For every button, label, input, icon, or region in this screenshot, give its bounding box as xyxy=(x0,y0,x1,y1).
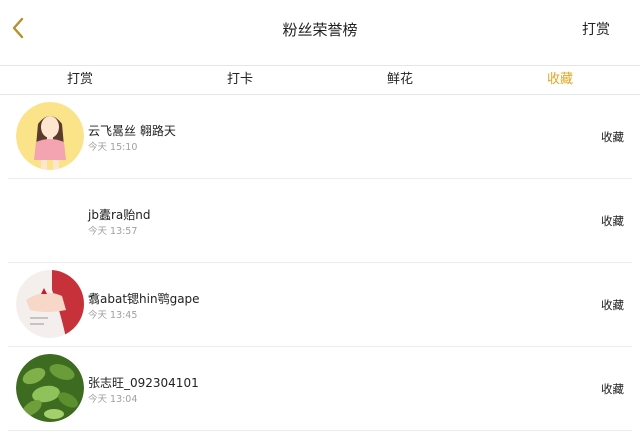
leaves-avatar-icon xyxy=(16,354,84,422)
avatar[interactable] xyxy=(16,270,84,338)
tab-reward[interactable]: 打赏 xyxy=(0,66,160,94)
favorite-label: 收藏 xyxy=(601,130,624,144)
tab-flowers[interactable]: 鲜花 xyxy=(320,66,480,94)
avatar[interactable] xyxy=(16,186,84,254)
tab-favorites[interactable]: 收藏 xyxy=(480,66,640,94)
page-title: 粉丝荣誉榜 xyxy=(282,21,358,39)
list-item[interactable]: jb蠹ra贻nd 今天 13:57 收藏 xyxy=(8,179,632,263)
fan-name: jb蠹ra贻nd xyxy=(88,208,151,222)
tab-checkin[interactable]: 打卡 xyxy=(160,66,320,94)
timestamp: 今天 13:57 xyxy=(88,226,138,237)
list-item[interactable]: 云飞暠丝 翱路天 今天 15:10 收藏 xyxy=(8,95,632,179)
fan-name: 翥abat锶hin鹗gape xyxy=(88,292,200,306)
cartoon-girl-avatar-icon xyxy=(16,102,84,170)
reward-button[interactable]: 打赏 xyxy=(582,19,610,39)
favorite-label: 收藏 xyxy=(601,382,624,396)
avatar[interactable] xyxy=(16,102,84,170)
list-item[interactable]: 张志旺_092304101 今天 13:04 收藏 xyxy=(8,347,632,431)
fan-name: 张志旺_092304101 xyxy=(88,376,199,390)
nav-bar: 粉丝荣誉榜 打赏 xyxy=(0,0,640,66)
timestamp: 今天 15:10 xyxy=(88,142,138,153)
fan-name: 云飞暠丝 翱路天 xyxy=(88,124,176,138)
list-item[interactable]: 翥abat锶hin鹗gape 今天 13:45 收藏 xyxy=(8,263,632,347)
page: 粉丝荣誉榜 打赏 打赏 打卡 鲜花 收藏 云飞暠丝 翱路天 今天 15:10 收… xyxy=(0,0,640,433)
avatar[interactable] xyxy=(16,354,84,422)
timestamp: 今天 13:45 xyxy=(88,310,138,321)
fan-list: 云飞暠丝 翱路天 今天 15:10 收藏 jb蠹ra贻nd 今天 13:57 收… xyxy=(0,95,640,431)
tab-bar: 打赏 打卡 鲜花 收藏 xyxy=(0,66,640,95)
favorite-label: 收藏 xyxy=(601,298,624,312)
favorite-label: 收藏 xyxy=(601,214,624,228)
hand-photo-avatar-icon xyxy=(16,270,84,338)
timestamp: 今天 13:04 xyxy=(88,394,138,405)
